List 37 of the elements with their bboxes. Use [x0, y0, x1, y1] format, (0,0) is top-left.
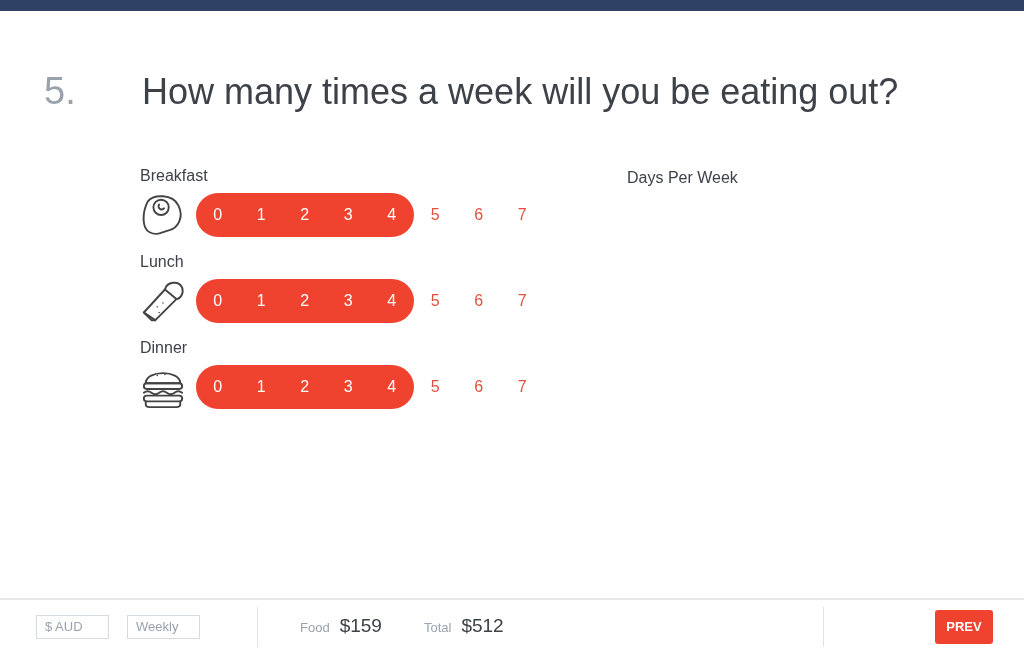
- day-option[interactable]: 2: [283, 193, 327, 237]
- day-option[interactable]: 5: [413, 193, 457, 237]
- day-option[interactable]: 3: [326, 279, 370, 323]
- meal-label: Dinner: [140, 338, 189, 358]
- day-option[interactable]: 5: [413, 365, 457, 409]
- question-number: 5.: [43, 69, 77, 114]
- day-option[interactable]: 0: [196, 365, 240, 409]
- prev-button[interactable]: PREV: [935, 609, 993, 644]
- day-option[interactable]: 0: [196, 279, 240, 323]
- day-option[interactable]: 6: [457, 365, 501, 409]
- total-value: $159: [339, 614, 382, 639]
- day-option[interactable]: 7: [500, 365, 544, 409]
- day-option[interactable]: 5: [413, 279, 457, 323]
- day-option[interactable]: 2: [283, 279, 327, 323]
- day-option[interactable]: 7: [500, 193, 544, 237]
- day-option[interactable]: 3: [326, 365, 370, 409]
- period-field[interactable]: Weekly: [127, 614, 200, 639]
- day-option[interactable]: 3: [326, 193, 370, 237]
- currency-field[interactable]: $ AUD: [36, 614, 109, 639]
- day-option[interactable]: 6: [457, 279, 501, 323]
- day-option[interactable]: 0: [196, 193, 240, 237]
- meal-label: Breakfast: [140, 166, 209, 186]
- day-option[interactable]: 4: [370, 365, 414, 409]
- day-option[interactable]: 1: [239, 193, 283, 237]
- day-option[interactable]: 7: [500, 279, 544, 323]
- total-value: $512: [461, 614, 504, 639]
- meal-label: Lunch: [140, 252, 185, 272]
- total-label: Total: [423, 619, 452, 638]
- total-label: Food: [300, 619, 330, 638]
- day-option[interactable]: 4: [370, 279, 414, 323]
- column-heading: Days Per Week: [627, 168, 738, 188]
- day-option[interactable]: 6: [457, 193, 501, 237]
- day-option[interactable]: 1: [239, 365, 283, 409]
- day-option[interactable]: 1: [239, 279, 283, 323]
- day-option[interactable]: 2: [283, 365, 327, 409]
- question-text: How many times a week will you be eating out?: [142, 70, 899, 114]
- day-option[interactable]: 4: [370, 193, 414, 237]
